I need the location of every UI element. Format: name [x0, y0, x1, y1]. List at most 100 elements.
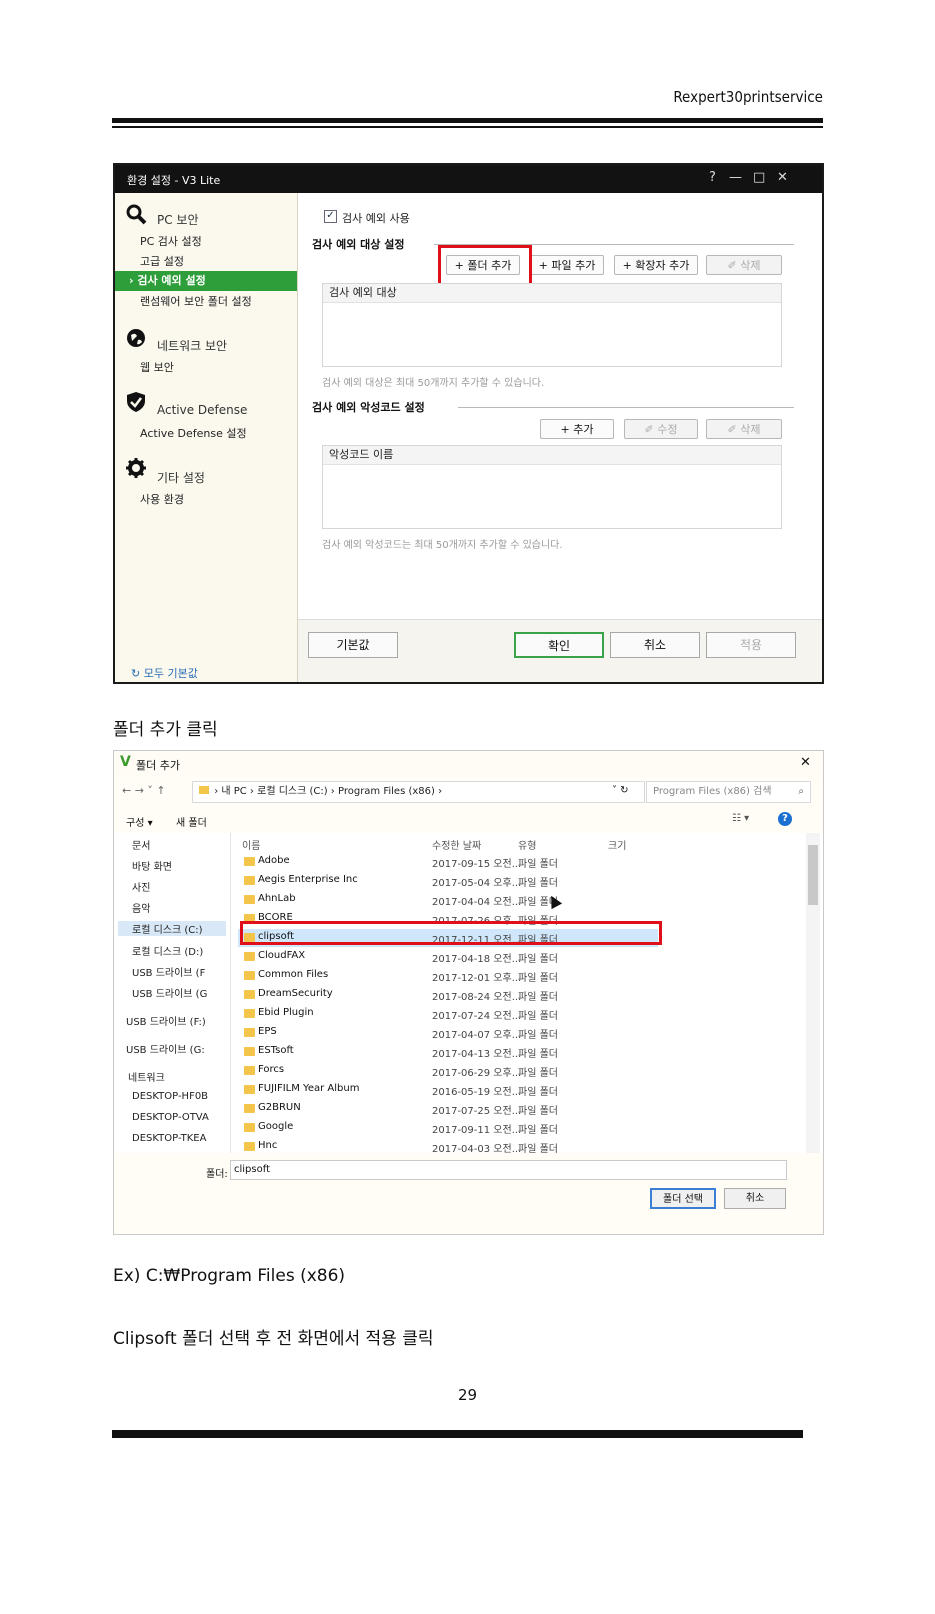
file-row[interactable]: FUJIFILM Year Album 2016-05-19 오전... 파일 폴더	[238, 1081, 658, 1099]
sidebar-other-settings[interactable]: 기타 설정	[157, 469, 205, 486]
delete-malware-button[interactable]: ✐ 삭제	[706, 419, 782, 439]
folder-icon	[244, 1104, 255, 1113]
file-row[interactable]: DreamSecurity 2017-08-24 오전... 파일 폴더	[238, 986, 658, 1004]
nav-usb-f-2[interactable]: USB 드라이브 (F:)	[126, 1013, 206, 1028]
edit-malware-button[interactable]: ✐ 수정	[624, 419, 698, 439]
help-icon[interactable]: ?	[778, 812, 792, 826]
reset-all-label: 모두 기본값	[143, 667, 198, 680]
search-input[interactable]: Program Files (x86) 검색 ⌕	[646, 781, 811, 803]
column-date[interactable]: 수정한 날짜	[432, 837, 481, 852]
nav-music[interactable]: 음악	[132, 900, 150, 915]
file-date: 2017-04-03 오전...	[432, 1144, 522, 1153]
minimize-icon[interactable]: —	[729, 170, 742, 185]
nav-network[interactable]: 네트워크	[128, 1069, 165, 1084]
file-row[interactable]: Adobe 2017-09-15 오전... 파일 폴더	[238, 853, 658, 871]
view-options-icon[interactable]: ☷ ▾	[732, 813, 749, 824]
sidebar-pc-security[interactable]: PC 보안	[157, 211, 199, 228]
use-exceptions-checkbox[interactable]: ✓	[324, 210, 337, 223]
close-icon[interactable]: ✕	[777, 170, 788, 185]
file-type: 파일 폴더	[518, 973, 558, 984]
nav-desktop[interactable]: 바탕 화면	[132, 858, 172, 873]
file-row[interactable]: Google 2017-09-11 오전... 파일 폴더	[238, 1119, 658, 1137]
file-name: FUJIFILM Year Album	[258, 1083, 360, 1094]
nav-local-disk-c[interactable]: 로컬 디스크 (C:)	[118, 921, 226, 936]
scrollbar-thumb[interactable]	[808, 845, 818, 905]
column-name[interactable]: 이름	[242, 837, 260, 852]
file-type: 파일 폴더	[518, 1144, 558, 1153]
file-list-scrollbar[interactable]	[806, 833, 820, 1153]
file-row[interactable]: EPS 2017-04-07 오후... 파일 폴더	[238, 1024, 658, 1042]
address-bar-row: ← → ˅ ↑ › 내 PC › 로컬 디스크 (C:) › Program F…	[114, 777, 823, 807]
dialog-cancel-button[interactable]: 취소	[724, 1188, 786, 1209]
organize-button[interactable]: 구성 ▾	[126, 814, 153, 829]
file-row[interactable]: AhnLab 2017-04-04 오전... 파일 폴더	[238, 891, 658, 909]
nav-desktop-otva[interactable]: DESKTOP-OTVA	[132, 1112, 209, 1123]
folder-input[interactable]: clipsoft	[230, 1160, 787, 1180]
nav-arrows-icon[interactable]: ← → ˅ ↑	[122, 784, 166, 797]
sidebar-item-advanced[interactable]: 고급 설정	[140, 253, 184, 269]
dialog-close-icon[interactable]: ✕	[800, 755, 811, 770]
delete-target-button[interactable]: ✐ 삭제	[706, 255, 782, 275]
file-row[interactable]: Hnc 2017-04-03 오전... 파일 폴더	[238, 1138, 658, 1153]
new-folder-button[interactable]: 새 폴더	[176, 814, 207, 829]
file-name: G2BRUN	[258, 1102, 301, 1113]
cancel-button[interactable]: 취소	[610, 632, 700, 658]
nav-usb-g-2[interactable]: USB 드라이브 (G:	[126, 1041, 205, 1056]
sidebar-item-environment[interactable]: 사용 환경	[140, 491, 184, 507]
reset-all-button[interactable]: ↻ 모두 기본값	[131, 665, 198, 681]
file-name: DreamSecurity	[258, 988, 333, 999]
folder-icon	[244, 857, 255, 866]
v3-footer: 기본값 확인 취소 적용	[298, 619, 822, 682]
dropdown-refresh-icon[interactable]: ˅ ↻	[612, 785, 629, 796]
file-row[interactable]: CloudFAX 2017-04-18 오전... 파일 폴더	[238, 948, 658, 966]
sidebar-item-ransomware[interactable]: 랜섬웨어 보안 폴더 설정	[140, 293, 252, 309]
file-type: 파일 폴더	[518, 992, 558, 1003]
file-row[interactable]: Ebid Plugin 2017-07-24 오전... 파일 폴더	[238, 1005, 658, 1023]
folder-icon	[244, 1066, 255, 1075]
sidebar-item-scan-exceptions[interactable]: › 검사 예외 설정	[115, 271, 297, 291]
add-malware-button[interactable]: + 추가	[540, 419, 614, 439]
ok-button[interactable]: 확인	[514, 632, 604, 658]
address-bar[interactable]: › 내 PC › 로컬 디스크 (C:) › Program Files (x8…	[192, 781, 645, 803]
column-type[interactable]: 유형	[518, 837, 536, 852]
file-name: Google	[258, 1121, 294, 1132]
malware-list[interactable]: 악성코드 이름	[322, 445, 782, 529]
sidebar-item-pc-scan[interactable]: PC 검사 설정	[140, 233, 202, 249]
add-file-button[interactable]: + 파일 추가	[530, 255, 604, 275]
file-name: Ebid Plugin	[258, 1007, 314, 1018]
malware-list-header: 악성코드 이름	[323, 446, 781, 465]
nav-usb-f[interactable]: USB 드라이브 (F	[132, 964, 205, 979]
file-date: 2017-05-04 오후...	[432, 878, 522, 889]
defaults-button[interactable]: 기본값	[308, 632, 398, 658]
file-type: 파일 폴더	[518, 859, 558, 870]
file-row[interactable]: Aegis Enterprise Inc 2017-05-04 오후... 파일 폴…	[238, 872, 658, 890]
sidebar-active-defense[interactable]: Active Defense	[157, 403, 247, 417]
sidebar-network-security[interactable]: 네트워크 보안	[157, 337, 227, 354]
nav-pictures[interactable]: 사진	[132, 879, 150, 894]
sidebar-item-active-defense-settings[interactable]: Active Defense 설정	[140, 425, 247, 441]
file-row[interactable]: G2BRUN 2017-07-25 오전... 파일 폴더	[238, 1100, 658, 1118]
file-row[interactable]: Common Files 2017-12-01 오후... 파일 폴더	[238, 967, 658, 985]
apply-button[interactable]: 적용	[706, 632, 796, 658]
help-icon[interactable]: ?	[709, 170, 716, 185]
breadcrumb: › 내 PC › 로컬 디스크 (C:) › Program Files (x8…	[214, 786, 443, 797]
nav-desktop-hf0b[interactable]: DESKTOP-HF0B	[132, 1091, 208, 1102]
targets-list[interactable]: 검사 예외 대상	[322, 283, 782, 367]
folder-icon	[244, 1142, 255, 1151]
nav-usb-g[interactable]: USB 드라이브 (G	[132, 985, 207, 1000]
column-size[interactable]: 크기	[608, 837, 626, 852]
file-name: EPS	[258, 1026, 277, 1037]
nav-documents[interactable]: 문서	[132, 837, 150, 852]
nav-desktop-tkea[interactable]: DESKTOP-TKEA	[132, 1133, 206, 1144]
add-extension-button[interactable]: + 확장자 추가	[614, 255, 698, 275]
v3-settings-window: 환경 설정 - V3 Lite ? — □ ✕ PC 보안 PC 검사 설정 고…	[113, 163, 824, 684]
file-date: 2017-07-24 오전...	[432, 1011, 522, 1022]
sidebar-item-web-security[interactable]: 웹 보안	[140, 359, 174, 375]
maximize-icon[interactable]: □	[753, 170, 765, 185]
file-row[interactable]: Forcs 2017-06-29 오후... 파일 폴더	[238, 1062, 658, 1080]
file-date: 2017-07-25 오전...	[432, 1106, 522, 1117]
select-folder-button[interactable]: 폴더 선택	[650, 1188, 716, 1209]
nav-local-disk-d[interactable]: 로컬 디스크 (D:)	[132, 943, 203, 958]
dialog-title-bar: V 폴더 추가 ✕	[114, 751, 823, 777]
file-row[interactable]: ESTsoft 2017-04-13 오전... 파일 폴더	[238, 1043, 658, 1061]
